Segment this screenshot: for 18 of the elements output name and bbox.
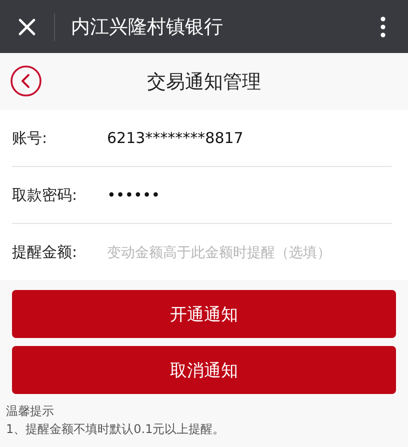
tips-title: 温馨提示 bbox=[6, 403, 55, 420]
back-button[interactable] bbox=[10, 65, 42, 97]
field-label: 账号: bbox=[12, 128, 48, 148]
field-label: 取款密码: bbox=[12, 186, 78, 204]
tip-text: 1、提醒金额不填时默认0.1元以上提醒。 bbox=[6, 421, 226, 438]
close-icon bbox=[17, 16, 37, 36]
action-button[interactable]: 开通通知 bbox=[12, 290, 396, 338]
back-icon bbox=[10, 65, 42, 97]
more-button[interactable] bbox=[378, 14, 388, 38]
more-icon bbox=[380, 16, 386, 38]
input-field[interactable]: •••••• bbox=[107, 186, 392, 204]
page-title: 交易通知管理 bbox=[147, 70, 261, 94]
input-field[interactable]: 6213********8817 bbox=[107, 129, 392, 147]
close-button[interactable] bbox=[17, 16, 37, 36]
input-field[interactable]: 变动金额高于此金额时提醒（选填） bbox=[107, 243, 392, 261]
window-title: 内江兴隆村镇银行 bbox=[71, 14, 224, 40]
field-label: 提醒金额: bbox=[12, 242, 78, 262]
action-button[interactable]: 取消通知 bbox=[12, 346, 396, 394]
